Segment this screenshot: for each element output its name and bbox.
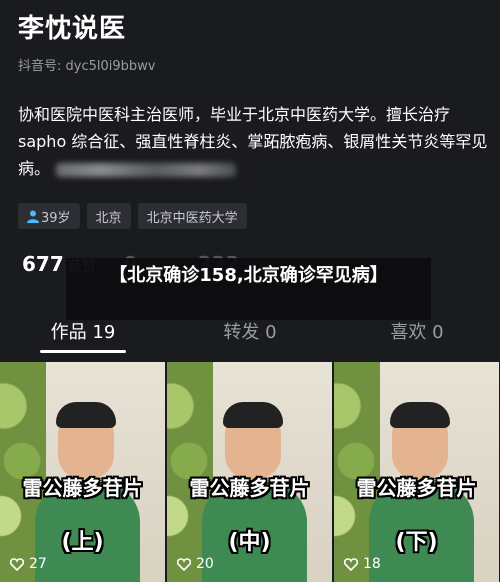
video-likes-count: 18 bbox=[363, 556, 381, 572]
tag-school-label: 北京中医药大学 bbox=[146, 210, 238, 226]
video-likes-count: 20 bbox=[196, 556, 214, 572]
active-tab-indicator bbox=[40, 350, 126, 353]
doctor-hair bbox=[223, 402, 283, 428]
video-subtitle: (上) bbox=[61, 530, 104, 555]
tag-age: 39岁 bbox=[18, 203, 80, 229]
profile-tags: 39岁 北京 北京中医药大学 bbox=[18, 203, 247, 229]
video-subtitle: (中) bbox=[228, 530, 271, 555]
video-title: 雷公藤多苷片 bbox=[189, 476, 310, 500]
video-likes: 20 bbox=[177, 556, 214, 572]
video-likes: 18 bbox=[344, 556, 381, 572]
video-subtitle: (下) bbox=[395, 530, 438, 555]
tab-works[interactable]: 作品 19 bbox=[0, 318, 166, 344]
video-likes: 27 bbox=[10, 556, 47, 572]
heart-icon bbox=[344, 557, 358, 571]
video-card[interactable]: 雷公藤多苷片 (下) 18 bbox=[334, 362, 499, 582]
video-grid: 雷公藤多苷片 (上) 27 雷公藤多苷片 (中) 20 雷公藤多苷片 (下) 1… bbox=[0, 362, 500, 582]
tag-age-label: 39岁 bbox=[41, 210, 71, 226]
heart-icon bbox=[10, 557, 24, 571]
overlay-title: 【北京确诊158,北京确诊罕见病】 bbox=[66, 258, 431, 320]
tab-reposts[interactable]: 转发 0 bbox=[167, 318, 333, 344]
person-icon bbox=[27, 210, 39, 223]
video-title: 雷公藤多苷片 bbox=[22, 476, 143, 500]
tab-likes[interactable]: 喜欢 0 bbox=[334, 318, 500, 344]
tag-location: 北京 bbox=[86, 203, 131, 229]
likes-count: 677 bbox=[22, 252, 64, 276]
bio: 协和医院中医科主治医师，毕业于北京中医药大学。擅长治疗 sapho 综合征、强直… bbox=[18, 101, 488, 182]
content-tabs: 作品 19 转发 0 喜欢 0 bbox=[0, 318, 500, 353]
heart-icon bbox=[177, 557, 191, 571]
tag-location-label: 北京 bbox=[95, 210, 122, 226]
doctor-hair bbox=[56, 402, 116, 428]
video-likes-count: 27 bbox=[29, 556, 47, 572]
blurred-bio-text bbox=[56, 162, 237, 177]
douyin-id: 抖音号: dyc5l0i9bbwv bbox=[18, 59, 156, 74]
tag-school: 北京中医药大学 bbox=[137, 203, 247, 229]
video-card[interactable]: 雷公藤多苷片 (中) 20 bbox=[167, 362, 332, 582]
doctor-hair bbox=[390, 402, 450, 428]
video-title: 雷公藤多苷片 bbox=[356, 476, 477, 500]
video-card[interactable]: 雷公藤多苷片 (上) 27 bbox=[0, 362, 165, 582]
profile-name: 李忱说医 bbox=[18, 14, 127, 44]
